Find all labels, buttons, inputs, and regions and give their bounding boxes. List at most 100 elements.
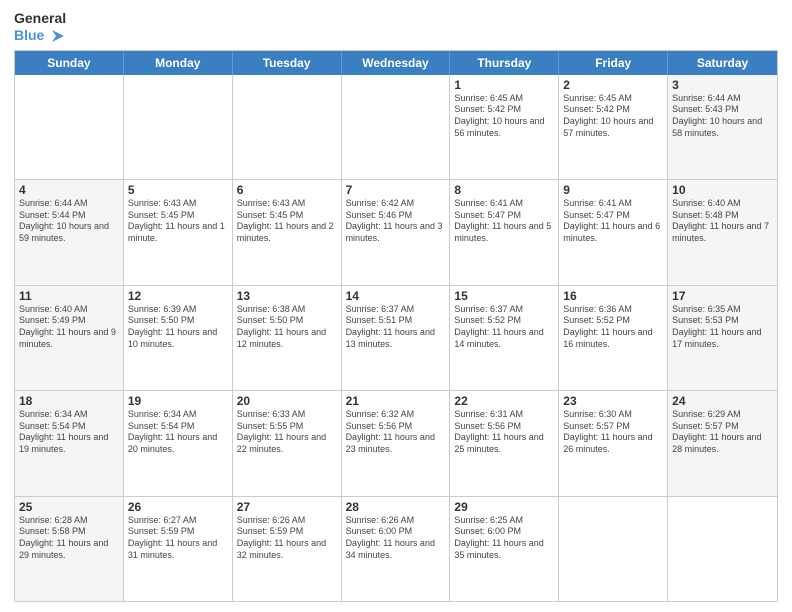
day-info: Sunrise: 6:34 AM Sunset: 5:54 PM Dayligh… — [128, 409, 228, 456]
day-number: 27 — [237, 500, 337, 514]
day-number: 26 — [128, 500, 228, 514]
logo-text: General Blue — [14, 10, 66, 44]
empty-cell — [668, 497, 777, 601]
day-number: 4 — [19, 183, 119, 197]
day-number: 13 — [237, 289, 337, 303]
day-number: 23 — [563, 394, 663, 408]
day-info: Sunrise: 6:27 AM Sunset: 5:59 PM Dayligh… — [128, 515, 228, 562]
day-number: 2 — [563, 78, 663, 92]
day-cell-3: 3Sunrise: 6:44 AM Sunset: 5:43 PM Daylig… — [668, 75, 777, 179]
empty-cell — [559, 497, 668, 601]
day-info: Sunrise: 6:35 AM Sunset: 5:53 PM Dayligh… — [672, 304, 773, 351]
day-info: Sunrise: 6:42 AM Sunset: 5:46 PM Dayligh… — [346, 198, 446, 245]
day-info: Sunrise: 6:45 AM Sunset: 5:42 PM Dayligh… — [454, 93, 554, 140]
day-cell-20: 20Sunrise: 6:33 AM Sunset: 5:55 PM Dayli… — [233, 391, 342, 495]
day-cell-21: 21Sunrise: 6:32 AM Sunset: 5:56 PM Dayli… — [342, 391, 451, 495]
day-info: Sunrise: 6:29 AM Sunset: 5:57 PM Dayligh… — [672, 409, 773, 456]
calendar: SundayMondayTuesdayWednesdayThursdayFrid… — [14, 50, 778, 602]
day-info: Sunrise: 6:37 AM Sunset: 5:52 PM Dayligh… — [454, 304, 554, 351]
day-cell-2: 2Sunrise: 6:45 AM Sunset: 5:42 PM Daylig… — [559, 75, 668, 179]
day-info: Sunrise: 6:40 AM Sunset: 5:48 PM Dayligh… — [672, 198, 773, 245]
calendar-week-0: 1Sunrise: 6:45 AM Sunset: 5:42 PM Daylig… — [15, 75, 777, 179]
day-cell-19: 19Sunrise: 6:34 AM Sunset: 5:54 PM Dayli… — [124, 391, 233, 495]
day-info: Sunrise: 6:44 AM Sunset: 5:44 PM Dayligh… — [19, 198, 119, 245]
day-cell-18: 18Sunrise: 6:34 AM Sunset: 5:54 PM Dayli… — [15, 391, 124, 495]
day-cell-11: 11Sunrise: 6:40 AM Sunset: 5:49 PM Dayli… — [15, 286, 124, 390]
day-cell-22: 22Sunrise: 6:31 AM Sunset: 5:56 PM Dayli… — [450, 391, 559, 495]
day-header-wednesday: Wednesday — [342, 51, 451, 75]
calendar-week-1: 4Sunrise: 6:44 AM Sunset: 5:44 PM Daylig… — [15, 179, 777, 284]
day-cell-12: 12Sunrise: 6:39 AM Sunset: 5:50 PM Dayli… — [124, 286, 233, 390]
day-info: Sunrise: 6:43 AM Sunset: 5:45 PM Dayligh… — [237, 198, 337, 245]
day-cell-26: 26Sunrise: 6:27 AM Sunset: 5:59 PM Dayli… — [124, 497, 233, 601]
day-number: 19 — [128, 394, 228, 408]
logo: General Blue — [14, 10, 66, 44]
day-info: Sunrise: 6:41 AM Sunset: 5:47 PM Dayligh… — [563, 198, 663, 245]
day-number: 7 — [346, 183, 446, 197]
day-header-sunday: Sunday — [15, 51, 124, 75]
day-header-tuesday: Tuesday — [233, 51, 342, 75]
day-info: Sunrise: 6:45 AM Sunset: 5:42 PM Dayligh… — [563, 93, 663, 140]
day-info: Sunrise: 6:28 AM Sunset: 5:58 PM Dayligh… — [19, 515, 119, 562]
day-cell-14: 14Sunrise: 6:37 AM Sunset: 5:51 PM Dayli… — [342, 286, 451, 390]
day-info: Sunrise: 6:41 AM Sunset: 5:47 PM Dayligh… — [454, 198, 554, 245]
day-info: Sunrise: 6:44 AM Sunset: 5:43 PM Dayligh… — [672, 93, 773, 140]
day-number: 6 — [237, 183, 337, 197]
day-number: 5 — [128, 183, 228, 197]
day-number: 15 — [454, 289, 554, 303]
calendar-week-4: 25Sunrise: 6:28 AM Sunset: 5:58 PM Dayli… — [15, 496, 777, 601]
day-info: Sunrise: 6:26 AM Sunset: 6:00 PM Dayligh… — [346, 515, 446, 562]
day-number: 12 — [128, 289, 228, 303]
day-number: 22 — [454, 394, 554, 408]
day-number: 16 — [563, 289, 663, 303]
day-cell-9: 9Sunrise: 6:41 AM Sunset: 5:47 PM Daylig… — [559, 180, 668, 284]
empty-cell — [15, 75, 124, 179]
day-cell-7: 7Sunrise: 6:42 AM Sunset: 5:46 PM Daylig… — [342, 180, 451, 284]
day-cell-6: 6Sunrise: 6:43 AM Sunset: 5:45 PM Daylig… — [233, 180, 342, 284]
day-number: 9 — [563, 183, 663, 197]
day-cell-8: 8Sunrise: 6:41 AM Sunset: 5:47 PM Daylig… — [450, 180, 559, 284]
day-cell-1: 1Sunrise: 6:45 AM Sunset: 5:42 PM Daylig… — [450, 75, 559, 179]
day-cell-13: 13Sunrise: 6:38 AM Sunset: 5:50 PM Dayli… — [233, 286, 342, 390]
day-cell-5: 5Sunrise: 6:43 AM Sunset: 5:45 PM Daylig… — [124, 180, 233, 284]
calendar-week-3: 18Sunrise: 6:34 AM Sunset: 5:54 PM Dayli… — [15, 390, 777, 495]
day-info: Sunrise: 6:43 AM Sunset: 5:45 PM Dayligh… — [128, 198, 228, 245]
day-info: Sunrise: 6:34 AM Sunset: 5:54 PM Dayligh… — [19, 409, 119, 456]
day-info: Sunrise: 6:33 AM Sunset: 5:55 PM Dayligh… — [237, 409, 337, 456]
day-number: 18 — [19, 394, 119, 408]
header: General Blue — [14, 10, 778, 44]
day-cell-4: 4Sunrise: 6:44 AM Sunset: 5:44 PM Daylig… — [15, 180, 124, 284]
day-number: 8 — [454, 183, 554, 197]
day-number: 28 — [346, 500, 446, 514]
day-info: Sunrise: 6:30 AM Sunset: 5:57 PM Dayligh… — [563, 409, 663, 456]
empty-cell — [342, 75, 451, 179]
day-number: 11 — [19, 289, 119, 303]
day-info: Sunrise: 6:36 AM Sunset: 5:52 PM Dayligh… — [563, 304, 663, 351]
day-header-friday: Friday — [559, 51, 668, 75]
day-info: Sunrise: 6:39 AM Sunset: 5:50 PM Dayligh… — [128, 304, 228, 351]
day-number: 14 — [346, 289, 446, 303]
day-number: 1 — [454, 78, 554, 92]
day-cell-15: 15Sunrise: 6:37 AM Sunset: 5:52 PM Dayli… — [450, 286, 559, 390]
day-number: 24 — [672, 394, 773, 408]
calendar-week-2: 11Sunrise: 6:40 AM Sunset: 5:49 PM Dayli… — [15, 285, 777, 390]
day-number: 3 — [672, 78, 773, 92]
page: General Blue SundayMondayTuesdayWednesda… — [0, 0, 792, 612]
day-cell-25: 25Sunrise: 6:28 AM Sunset: 5:58 PM Dayli… — [15, 497, 124, 601]
day-info: Sunrise: 6:31 AM Sunset: 5:56 PM Dayligh… — [454, 409, 554, 456]
day-cell-24: 24Sunrise: 6:29 AM Sunset: 5:57 PM Dayli… — [668, 391, 777, 495]
day-number: 17 — [672, 289, 773, 303]
day-header-saturday: Saturday — [668, 51, 777, 75]
day-cell-29: 29Sunrise: 6:25 AM Sunset: 6:00 PM Dayli… — [450, 497, 559, 601]
day-cell-10: 10Sunrise: 6:40 AM Sunset: 5:48 PM Dayli… — [668, 180, 777, 284]
empty-cell — [233, 75, 342, 179]
calendar-header: SundayMondayTuesdayWednesdayThursdayFrid… — [15, 51, 777, 75]
day-number: 21 — [346, 394, 446, 408]
day-cell-27: 27Sunrise: 6:26 AM Sunset: 5:59 PM Dayli… — [233, 497, 342, 601]
day-header-thursday: Thursday — [450, 51, 559, 75]
day-info: Sunrise: 6:26 AM Sunset: 5:59 PM Dayligh… — [237, 515, 337, 562]
day-number: 10 — [672, 183, 773, 197]
day-number: 29 — [454, 500, 554, 514]
empty-cell — [124, 75, 233, 179]
day-number: 20 — [237, 394, 337, 408]
